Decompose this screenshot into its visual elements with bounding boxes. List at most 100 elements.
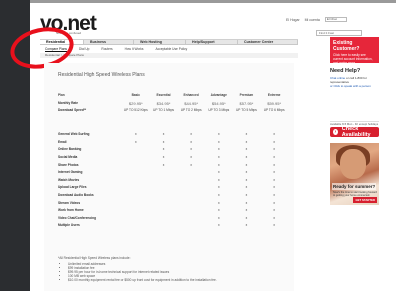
help-body: Chat online or call 1-800 for representa… xyxy=(330,76,379,88)
feature-mark xyxy=(177,216,205,224)
find-it-fast-select[interactable]: Find It Fast xyxy=(316,30,362,36)
feature-mark: x xyxy=(273,215,275,220)
nav-item-business[interactable]: Business xyxy=(84,40,134,44)
feature-mark xyxy=(150,208,178,216)
feature-mark: x xyxy=(218,162,220,167)
speed-cell: UP TO 1 Mbps xyxy=(153,108,174,113)
table-row: Online Banking x x x x x xyxy=(58,147,288,155)
speed-cell: UP TO 512 Kbps xyxy=(123,108,148,113)
promo-title: Existing Customer? xyxy=(333,40,360,52)
nav-item-residential[interactable]: Residential xyxy=(40,40,84,44)
row-label: Download Speed** xyxy=(58,108,87,113)
logo-tagline: Not to be confused xyxy=(56,31,82,35)
row-label: Work from Home xyxy=(58,208,84,213)
feature-mark xyxy=(122,193,150,201)
feature-mark: x xyxy=(273,132,275,137)
nav-item-help-support[interactable]: Help/Support xyxy=(186,40,238,44)
feature-mark: x xyxy=(135,132,137,137)
feature-mark xyxy=(177,208,205,216)
main-nav: Residential Business Web Hosting Help/Su… xyxy=(40,39,298,45)
footnote-list: Unlimited email addresses$99 installatio… xyxy=(68,262,288,282)
photo-face xyxy=(340,149,366,179)
summer-promo-banner[interactable]: Ready for summer? Now's the time to star… xyxy=(330,143,379,205)
feature-mark xyxy=(150,178,178,186)
row-label: Online Banking xyxy=(58,147,82,152)
row-label: Internet Gaming xyxy=(58,170,83,175)
feature-mark: x xyxy=(245,208,248,213)
price-cell: $44.95* xyxy=(184,100,199,106)
feature-mark: x xyxy=(218,132,220,137)
feature-mark xyxy=(150,185,178,193)
table-row: Stream Videos x x x xyxy=(58,201,288,209)
subnav-how-it-works[interactable]: How It Works xyxy=(125,46,144,52)
feature-mark xyxy=(122,155,150,163)
table-row: Multiple Users x x x xyxy=(58,223,288,231)
feature-mark xyxy=(122,185,150,193)
feature-mark: x xyxy=(190,139,192,144)
column-header: Advantage xyxy=(210,93,227,97)
utility-select[interactable]: El Chat xyxy=(324,17,347,22)
table-row: Social Media x x x x x xyxy=(58,155,288,163)
price-cell: $59.95* xyxy=(267,100,282,106)
feature-mark: x xyxy=(273,192,275,197)
nav-item-web-hosting[interactable]: Web Hosting xyxy=(134,40,186,44)
table-row-price: Monthly Rate $29.95* $34.95* $44.95* $54.95*… xyxy=(58,101,288,109)
check-availability-button[interactable]: › Check Availability xyxy=(330,126,379,138)
existing-customer-promo[interactable]: Existing Customer? Click here to easily … xyxy=(330,37,379,65)
feature-mark: x xyxy=(245,139,248,144)
table-row: General Web Surfing x x x x x x xyxy=(58,132,288,140)
subnav-dial-up[interactable]: Dial Up xyxy=(79,46,89,52)
footnote: *All Residential High Speed Wireless pla… xyxy=(58,256,288,282)
table-row: Watch Movies x x x xyxy=(58,178,288,186)
get-started-button[interactable]: GET STARTED xyxy=(353,197,377,203)
feature-mark: x xyxy=(273,154,275,159)
page-title: Residential High Speed Wireless Plans xyxy=(58,72,145,78)
feature-mark xyxy=(177,193,205,201)
feature-mark xyxy=(177,185,205,193)
row-label: Upload Large Files xyxy=(58,185,87,190)
feature-mark: x xyxy=(162,132,165,137)
nav-item-customer-center[interactable]: Customer Center xyxy=(238,40,298,44)
column-header: Basic xyxy=(131,93,141,97)
table-row: Share Photos x x x x x xyxy=(58,163,288,171)
feature-mark xyxy=(122,201,150,209)
table-row: Download Audio Books x x x xyxy=(58,193,288,201)
table-row-speed: Download Speed** UP TO 512 Kbps UP TO 1 Mb… xyxy=(58,108,288,132)
feature-mark xyxy=(122,208,150,216)
feature-mark: x xyxy=(218,185,220,190)
column-header-plan: Plan xyxy=(58,93,65,97)
subnav-acceptable-use[interactable]: Acceptable Use Policy xyxy=(156,46,188,52)
feature-mark: x xyxy=(245,154,248,159)
feature-mark: x xyxy=(218,192,220,197)
price-cell: $57.95* xyxy=(239,100,254,106)
logo[interactable]: vo.net xyxy=(40,13,97,34)
utility-link-home[interactable]: El Hogar xyxy=(286,18,300,22)
feature-mark: x xyxy=(273,139,275,144)
price-cell: $54.95* xyxy=(211,100,226,106)
feature-mark: x xyxy=(190,154,192,159)
feature-mark: x xyxy=(245,170,248,175)
row-label: Download Audio Books xyxy=(58,192,94,197)
feature-mark: x xyxy=(273,208,275,213)
feature-mark xyxy=(122,178,150,186)
feature-mark xyxy=(122,163,150,171)
subnav-compare-plans[interactable]: Compare Plans xyxy=(45,46,67,52)
utility-link-account[interactable]: Mi cuenta xyxy=(305,18,320,22)
row-label: Watch Movies xyxy=(58,177,80,182)
feature-mark: x xyxy=(273,177,275,182)
feature-mark xyxy=(122,223,150,231)
click-to-speak-link[interactable]: or Click to speak with a person xyxy=(330,84,371,88)
feature-mark: x xyxy=(162,139,165,144)
row-label: Video Chat/Conferencing xyxy=(58,215,97,220)
row-label: Monthly Rate xyxy=(58,100,79,105)
breadcrumb: Residential > Compare Plans xyxy=(40,53,298,58)
feature-mark: x xyxy=(273,223,275,228)
table-header-row: Plan Basic Essential Enhanced Advantage Premi… xyxy=(58,93,288,101)
banner-caption: Ready for summer? xyxy=(332,183,377,190)
feature-mark: x xyxy=(135,139,137,144)
feature-mark: x xyxy=(218,147,220,152)
subnav-routers[interactable]: Routers xyxy=(101,46,112,52)
feature-mark: x xyxy=(190,132,192,137)
feature-mark: x xyxy=(273,170,275,175)
feature-mark: x xyxy=(218,200,220,205)
